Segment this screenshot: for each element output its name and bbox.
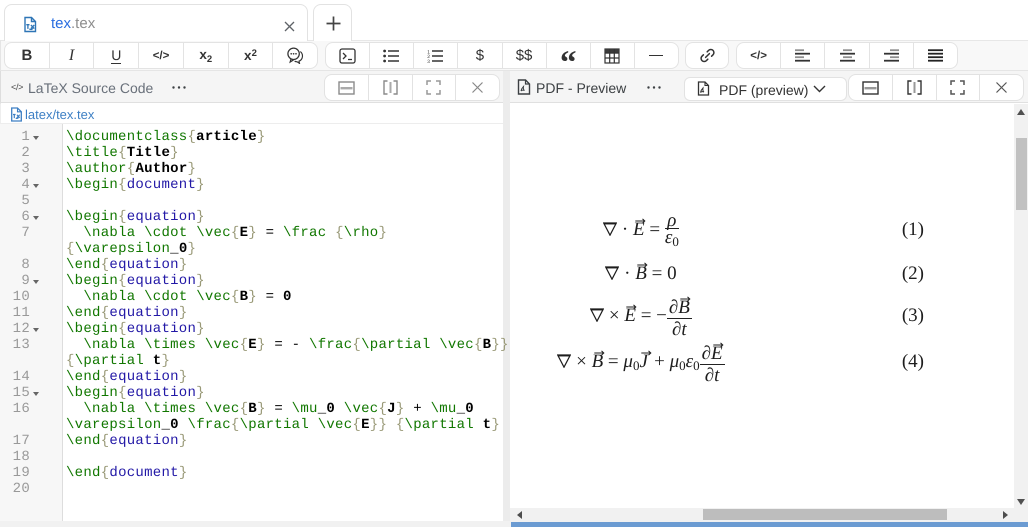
svg-text:3: 3 xyxy=(428,59,431,63)
